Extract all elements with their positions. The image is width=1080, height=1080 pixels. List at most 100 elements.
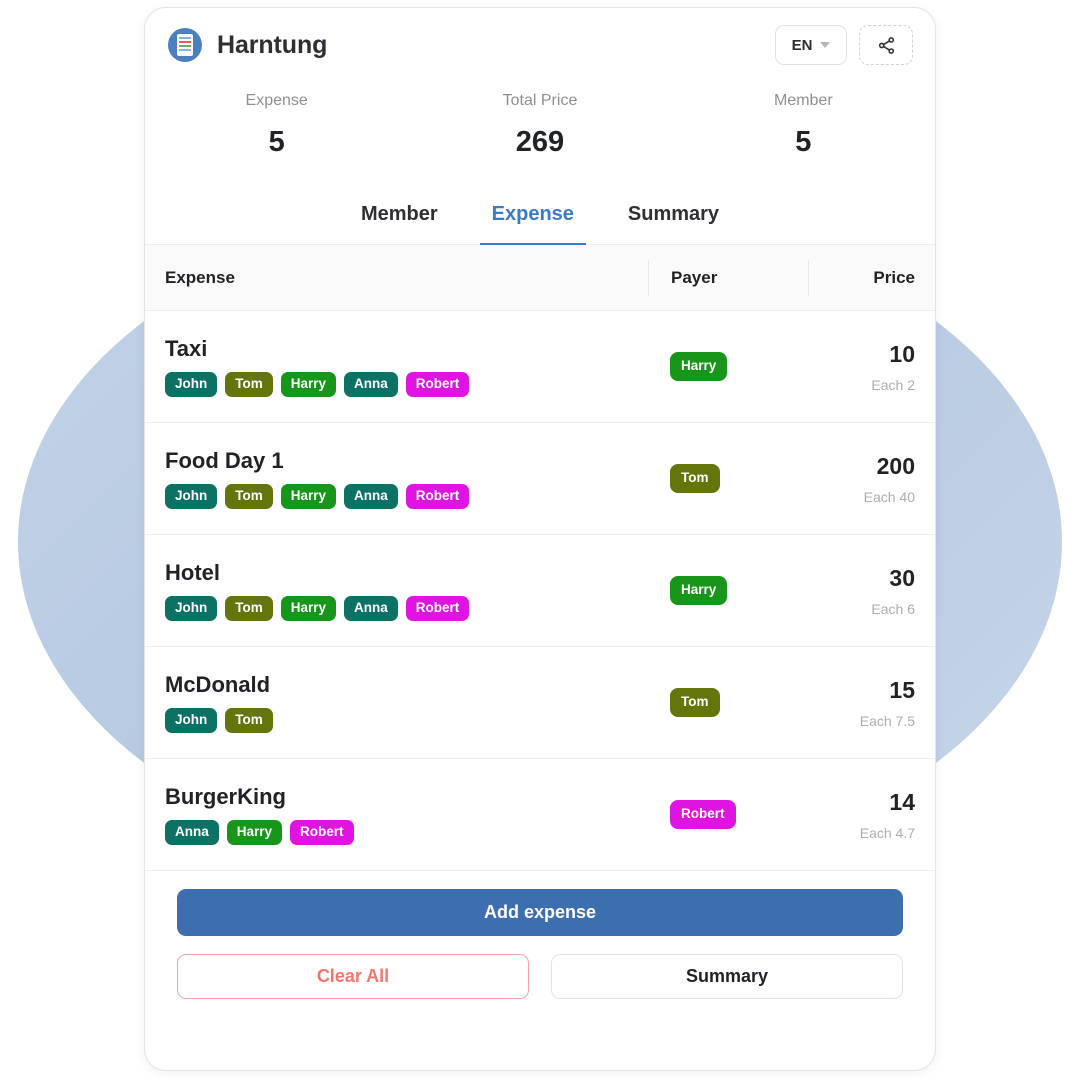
expense-name: BurgerKing [165, 784, 286, 810]
price-value: 14 [889, 788, 915, 815]
language-selector[interactable]: EN [775, 25, 847, 65]
payer-cell: Tom [648, 464, 808, 493]
language-label: EN [791, 36, 813, 54]
member-chip[interactable]: Anna [344, 596, 398, 621]
price-value: 15 [889, 676, 915, 703]
receipt-icon [168, 28, 202, 62]
member-chip[interactable]: Harry [280, 372, 337, 397]
member-chip[interactable]: Anna [165, 820, 219, 845]
payer-chip[interactable]: Harry [670, 576, 728, 605]
member-chip[interactable]: Anna [344, 484, 398, 509]
add-expense-button[interactable]: Add expense [177, 889, 903, 936]
payer-chip[interactable]: Robert [670, 800, 736, 829]
expense-name: McDonald [165, 672, 271, 698]
member-chip-list: John Tom Harry Anna Robert [165, 484, 648, 509]
payer-chip[interactable]: Tom [670, 464, 720, 493]
summary-button[interactable]: Summary [551, 954, 903, 999]
payer-chip[interactable]: Tom [670, 688, 720, 717]
price-value: 30 [889, 564, 915, 591]
expense-cell: BurgerKing Anna Harry Robert [145, 784, 648, 845]
table-row[interactable]: Taxi John Tom Harry Anna Robert Harry 10 Each 2 [145, 311, 935, 423]
price-cell: 200 Each 40 [808, 453, 935, 505]
clear-all-button[interactable]: Clear All [177, 954, 529, 999]
member-chip[interactable]: Tom [225, 596, 273, 621]
member-chip[interactable]: Robert [405, 596, 470, 621]
expense-cell: Hotel John Tom Harry Anna Robert [145, 560, 648, 621]
price-value: 10 [889, 340, 915, 367]
price-value: 200 [876, 452, 915, 479]
share-nodes-icon [878, 36, 894, 54]
tab-member[interactable]: Member [349, 193, 450, 246]
member-chip[interactable]: Robert [405, 372, 470, 397]
page-title: Harntung [217, 30, 328, 59]
tab-summary[interactable]: Summary [616, 193, 731, 246]
footer-secondary-row: Clear All Summary [177, 954, 903, 999]
stat-value: 269 [515, 126, 565, 158]
payer-cell: Harry [648, 352, 808, 381]
table-row[interactable]: Hotel John Tom Harry Anna Robert Harry 30 Each 6 [145, 535, 935, 647]
member-chip[interactable]: Tom [225, 484, 273, 509]
column-header-label: Payer [671, 267, 718, 287]
expense-cell: McDonald John Tom [145, 672, 648, 733]
column-header-payer: Payer [648, 259, 808, 296]
member-chip-list: John Tom [165, 708, 648, 733]
footer-actions: Add expense Clear All Summary [145, 871, 935, 999]
member-chip[interactable]: John [165, 372, 218, 397]
expense-name: Food Day 1 [165, 448, 284, 474]
column-header-label: Price [873, 267, 915, 287]
payer-cell: Tom [648, 688, 808, 717]
price-per-person: Each 2 [871, 376, 915, 393]
member-chip[interactable]: Harry [226, 820, 283, 845]
price-cell: 15 Each 7.5 [808, 677, 935, 729]
member-chip-list: John Tom Harry Anna Robert [165, 596, 648, 621]
payer-cell: Harry [648, 576, 808, 605]
tab-expense[interactable]: Expense [479, 193, 586, 246]
column-header-label: Expense [165, 267, 235, 287]
member-chip[interactable]: Harry [280, 596, 337, 621]
member-chip-list: John Tom Harry Anna Robert [165, 372, 648, 397]
price-per-person: Each 7.5 [859, 712, 915, 729]
member-chip[interactable]: Harry [280, 484, 337, 509]
price-per-person: Each 4.7 [859, 824, 915, 841]
expense-name: Taxi [165, 336, 208, 362]
payer-chip[interactable]: Harry [670, 352, 728, 381]
column-header-price: Price [808, 259, 935, 296]
expense-app-card: Harntung EN Expense 5 Total Price 269 Me… [144, 7, 936, 1071]
summary-stats: Expense 5 Total Price 269 Member 5 [145, 82, 935, 185]
table-row[interactable]: McDonald John Tom Tom 15 Each 7.5 [145, 647, 935, 759]
stat-value: 5 [268, 126, 285, 158]
stat-expense: Expense 5 [145, 92, 408, 159]
member-chip[interactable]: Robert [290, 820, 354, 845]
share-button[interactable] [859, 25, 913, 65]
expense-cell: Taxi John Tom Harry Anna Robert [145, 336, 648, 397]
payer-cell: Robert [648, 800, 808, 829]
price-per-person: Each 6 [871, 600, 915, 617]
expense-cell: Food Day 1 John Tom Harry Anna Robert [145, 448, 648, 509]
table-row[interactable]: Food Day 1 John Tom Harry Anna Robert Tom 200 Ea… [145, 423, 935, 535]
stat-member: Member 5 [672, 92, 935, 159]
stat-label: Total Price [502, 92, 578, 109]
price-cell: 10 Each 2 [808, 341, 935, 393]
member-chip[interactable]: Anna [344, 372, 398, 397]
table-header-row: Expense Payer Price [145, 245, 935, 311]
member-chip[interactable]: John [165, 708, 218, 733]
expense-list: Taxi John Tom Harry Anna Robert Harry 10 Each 2 F… [145, 311, 935, 871]
member-chip[interactable]: Tom [225, 372, 273, 397]
column-header-expense: Expense [145, 268, 648, 288]
member-chip[interactable]: Robert [405, 484, 470, 509]
stat-total-price: Total Price 269 [408, 92, 671, 159]
expense-name: Hotel [165, 560, 220, 586]
stat-label: Member [773, 92, 833, 109]
price-per-person: Each 40 [863, 488, 915, 505]
tab-bar: Member Expense Summary [145, 185, 935, 246]
table-row[interactable]: BurgerKing Anna Harry Robert Robert 14 Each 4.… [145, 759, 935, 871]
member-chip[interactable]: John [165, 596, 218, 621]
card-header: Harntung EN [145, 8, 935, 82]
member-chip[interactable]: John [165, 484, 218, 509]
member-chip[interactable]: Tom [225, 708, 273, 733]
member-chip-list: Anna Harry Robert [165, 820, 648, 845]
price-cell: 30 Each 6 [808, 565, 935, 617]
price-cell: 14 Each 4.7 [808, 789, 935, 841]
stat-label: Expense [245, 92, 308, 109]
stat-value: 5 [795, 126, 812, 158]
